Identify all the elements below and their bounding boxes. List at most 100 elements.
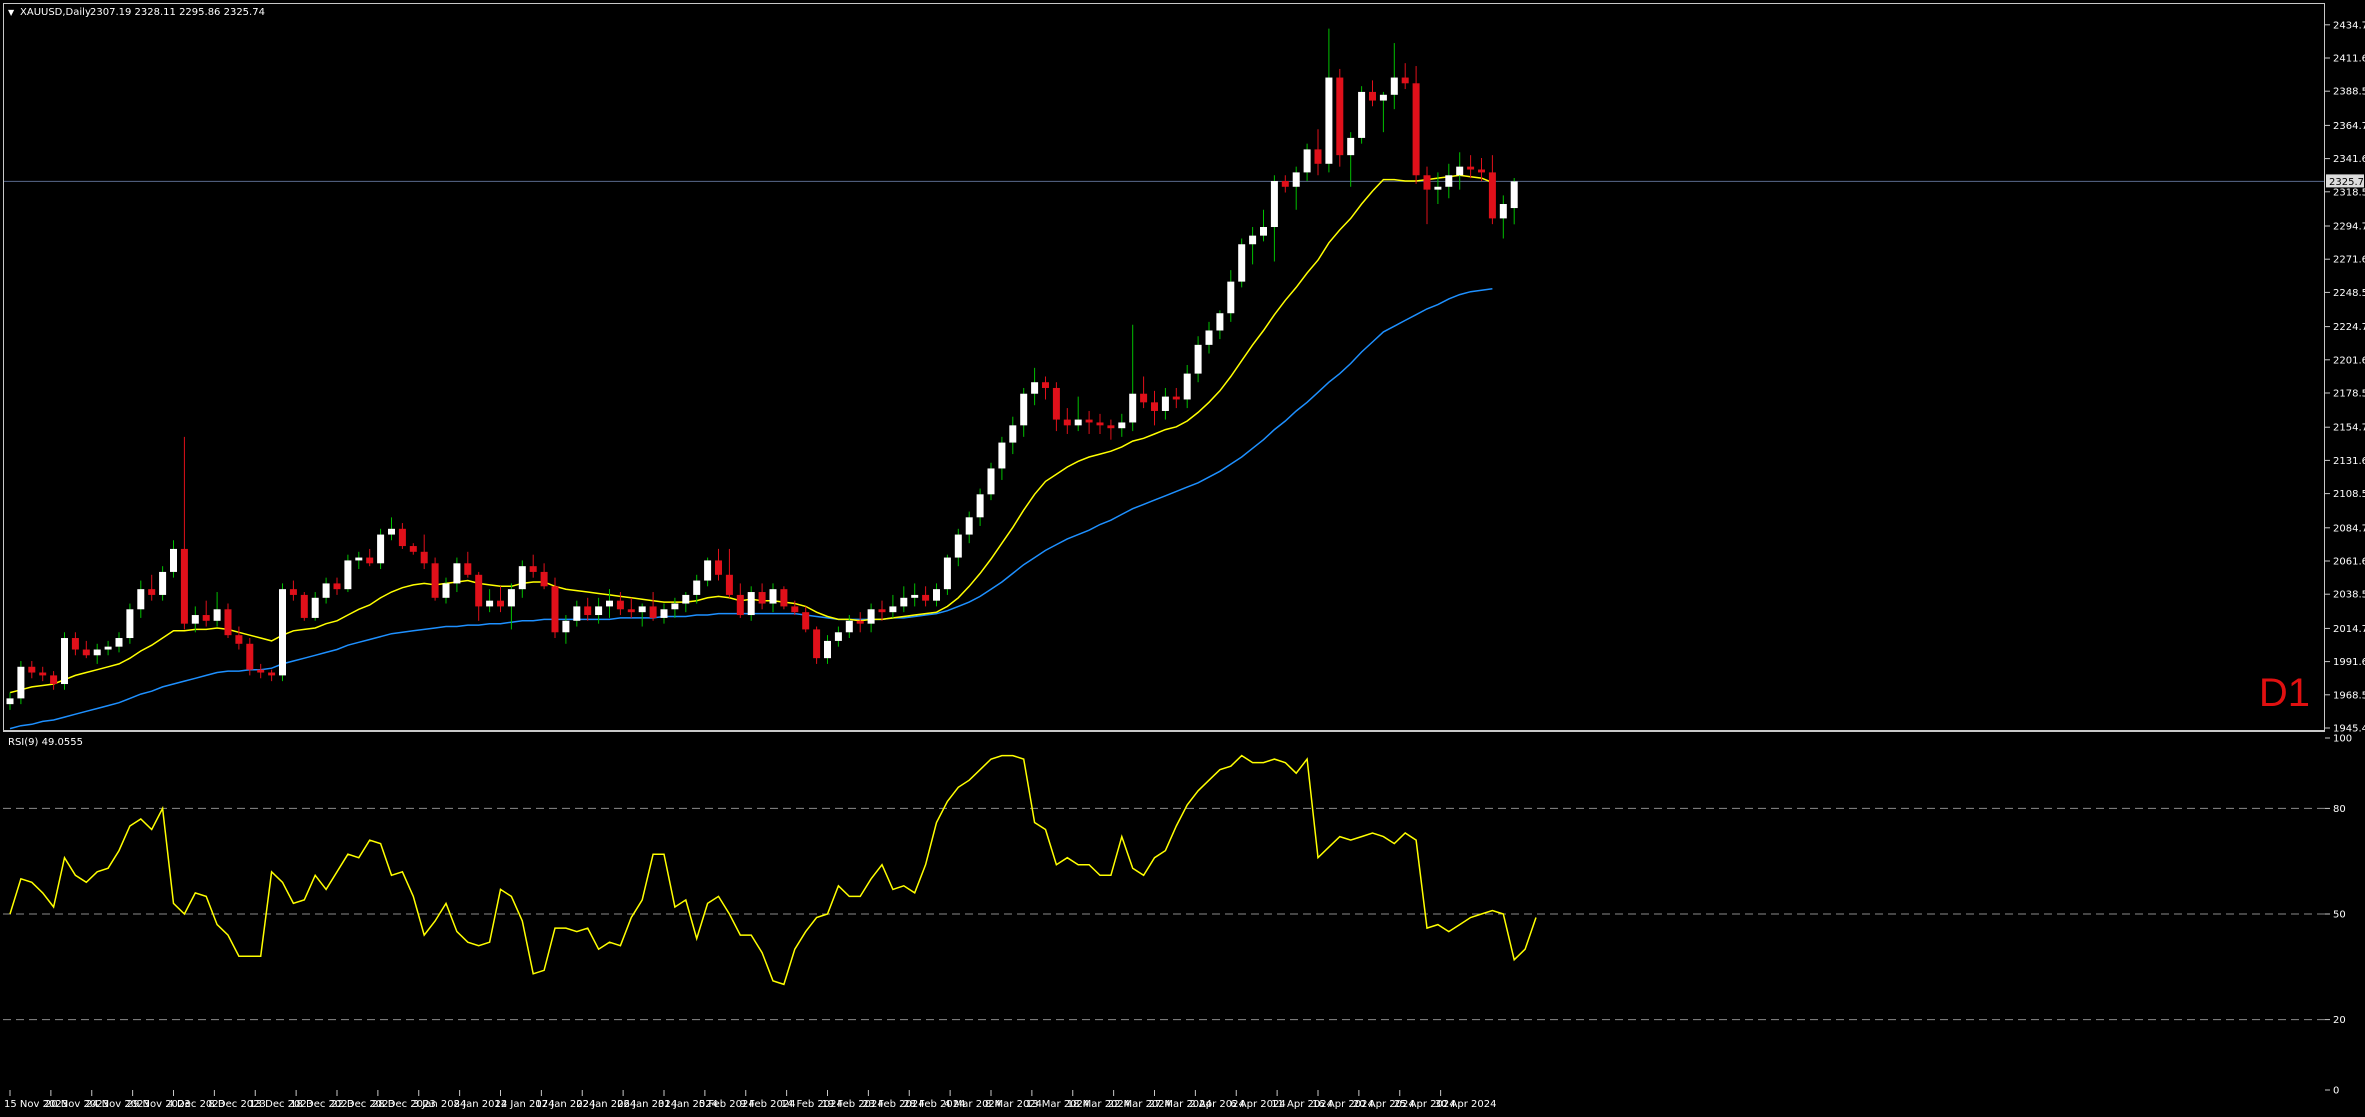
candle-body: [344, 560, 352, 590]
candle-body: [235, 635, 243, 644]
candle-body: [497, 600, 504, 607]
candle-body: [813, 629, 821, 659]
candle-body: [1031, 382, 1039, 394]
candle-body: [747, 592, 755, 616]
price-tick-label: 2178.50: [2333, 389, 2365, 400]
candle-body: [889, 606, 897, 613]
candle-body: [159, 571, 167, 595]
candle-body: [845, 620, 853, 633]
candle-body: [257, 669, 265, 673]
candle-body: [398, 528, 406, 547]
candle[interactable]: [780, 586, 788, 610]
candle-body: [1467, 166, 1475, 170]
candle-body: [126, 609, 134, 639]
candle[interactable]: [943, 554, 951, 595]
candle-body: [987, 468, 995, 495]
candle-body: [638, 606, 646, 613]
price-tick-label: 2014.70: [2333, 624, 2365, 635]
candle-body: [366, 557, 374, 564]
candle-body: [1063, 419, 1071, 426]
candle-body: [1358, 91, 1366, 138]
candle-body: [943, 557, 951, 590]
candle[interactable]: [1238, 238, 1246, 288]
candle-body: [1009, 425, 1017, 443]
candle-body: [922, 594, 930, 601]
candle[interactable]: [377, 528, 385, 570]
candle[interactable]: [551, 577, 559, 639]
candle-body: [355, 557, 363, 561]
price-tick-label: 2271.60: [2333, 255, 2365, 266]
candle-body: [671, 603, 679, 610]
chart-canvas: 2434.70 2411.60 2388.50 2364.70 2341.60 2318.…: [0, 0, 2365, 1117]
candle-body: [1074, 419, 1082, 426]
dropdown-arrow-icon[interactable]: ▼: [8, 8, 15, 17]
candle-body: [50, 675, 58, 685]
candle-body: [965, 517, 973, 535]
candle-body: [333, 583, 341, 590]
rsi-tick-label: 80: [2333, 804, 2346, 815]
candle-body: [900, 597, 908, 607]
candle-body: [1129, 393, 1137, 423]
ohlc-readout: 2307.19 2328.11 2295.86 2325.74: [90, 7, 265, 18]
candle-body: [1347, 137, 1355, 156]
candle-body: [780, 589, 788, 607]
candle-body: [1238, 244, 1246, 282]
candle[interactable]: [1412, 66, 1420, 184]
candle-body: [486, 600, 494, 607]
time-tick-label: 30 Apr 2024: [1435, 1099, 1497, 1110]
candle-body: [115, 638, 123, 647]
candle-body: [1499, 204, 1507, 219]
candle[interactable]: [17, 661, 25, 705]
candle-body: [758, 592, 766, 604]
candle-body: [322, 583, 330, 598]
price-tick-label: 2131.60: [2333, 456, 2365, 467]
candle-body: [562, 620, 570, 633]
candle[interactable]: [1358, 86, 1366, 144]
price-tick-label: 2061.60: [2333, 557, 2365, 568]
candle[interactable]: [279, 583, 286, 682]
candle-body: [1456, 166, 1464, 176]
candle-body: [1118, 422, 1126, 429]
candle-body: [213, 609, 221, 621]
candle[interactable]: [61, 632, 68, 690]
candle-body: [17, 666, 25, 699]
candle-body: [1151, 402, 1158, 411]
candle-body: [856, 620, 864, 624]
candle-body: [1325, 77, 1333, 164]
candle-body: [1227, 281, 1235, 314]
candle-body: [148, 589, 156, 595]
candle-body: [388, 528, 395, 535]
candle[interactable]: [431, 557, 439, 601]
candle-body: [1292, 172, 1300, 187]
candle[interactable]: [126, 603, 134, 644]
price-tick-label: 2248.50: [2333, 288, 2365, 299]
candle-body: [1216, 313, 1224, 331]
candle-body: [464, 563, 472, 575]
candle-body: [954, 534, 962, 558]
price-tick-label: 2038.50: [2333, 590, 2365, 601]
candle-body: [1085, 419, 1093, 423]
candle-body: [71, 638, 79, 650]
candle-body: [1434, 186, 1442, 190]
candle-body: [137, 589, 145, 610]
price-tick-label: 2341.60: [2333, 154, 2365, 165]
candle-body: [573, 606, 581, 621]
candle-body: [769, 589, 777, 604]
candle-body: [867, 609, 875, 624]
candle-body: [279, 589, 286, 676]
candle[interactable]: [300, 592, 308, 621]
candle-body: [1183, 373, 1191, 400]
price-tick-label: 2108.50: [2333, 489, 2365, 500]
candle-body: [82, 649, 90, 656]
candle-body: [595, 606, 603, 616]
candle-body: [682, 594, 690, 604]
candle[interactable]: [1336, 68, 1344, 167]
candle-body: [540, 571, 548, 587]
price-tick-label: 2294.70: [2333, 222, 2365, 233]
price-tick-label: 2364.70: [2333, 121, 2365, 132]
price-tick-label: 2318.50: [2333, 187, 2365, 198]
candle-body: [246, 643, 254, 670]
rsi-tick-label: 100: [2333, 734, 2352, 745]
rsi-tick-label: 50: [2333, 910, 2346, 921]
candle-body: [1314, 149, 1322, 164]
